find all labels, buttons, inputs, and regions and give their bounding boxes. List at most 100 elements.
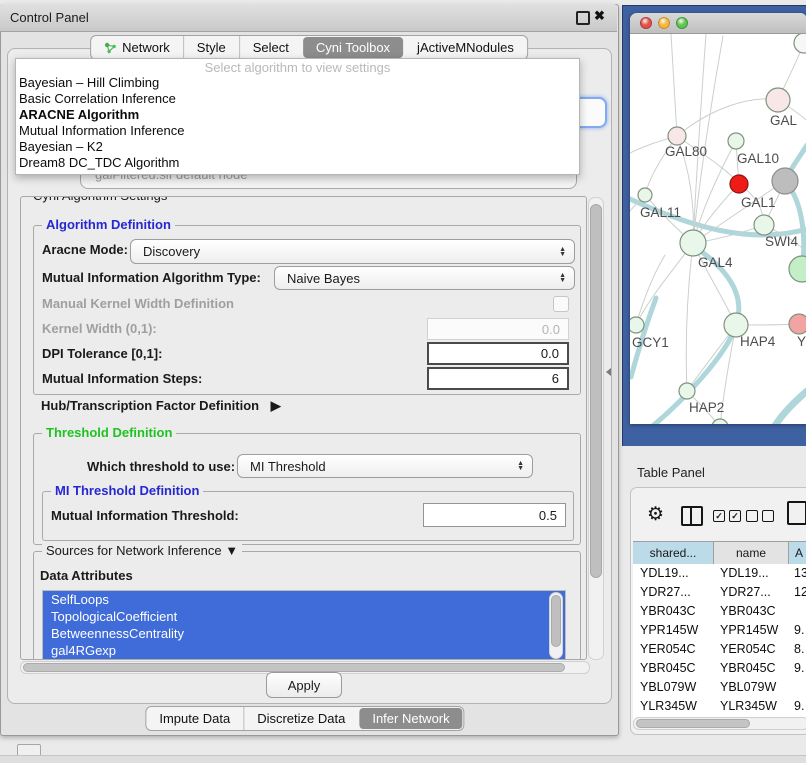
table-row[interactable]: YBR043CYBR043C (633, 602, 806, 621)
network-node-gal[interactable] (766, 88, 790, 112)
scrollbar-thumb[interactable] (551, 595, 561, 647)
split-view-icon[interactable] (681, 506, 703, 526)
which-threshold-combo[interactable]: MI Threshold ▲▼ (237, 454, 533, 478)
table-row[interactable]: YBR045CYBR045C9. (633, 659, 806, 678)
attribute-item-topologicalcoefficient[interactable]: TopologicalCoefficient (43, 608, 565, 625)
tab-label: Network (122, 40, 170, 55)
network-edge[interactable] (773, 391, 806, 424)
float-panel-icon[interactable] (576, 11, 590, 25)
data-attributes-list[interactable]: SelfLoopsTopologicalCoefficientBetweenne… (42, 590, 566, 660)
tab-cyni-toolbox[interactable]: Cyni Toolbox (303, 37, 403, 58)
network-edge[interactable] (686, 243, 693, 391)
network-node-gal80[interactable] (668, 127, 686, 145)
tab-style[interactable]: Style (183, 36, 239, 59)
tab-jactivemnodules[interactable]: jActiveMNodules (404, 36, 527, 59)
network-node-gcy1[interactable] (630, 317, 644, 333)
column-header-a[interactable]: A (789, 542, 806, 564)
dpi-tolerance-value: 0.0 (541, 346, 559, 361)
network-window-titlebar[interactable] (630, 13, 806, 34)
attribute-item-betweennesscentrality[interactable]: BetweennessCentrality (43, 625, 565, 642)
kernel-width-field[interactable]: 0.0 (427, 318, 569, 340)
mi-steps-field[interactable]: 6 (427, 367, 569, 390)
algorithm-option-basic-correlation-inference[interactable]: Basic Correlation Inference (16, 91, 579, 107)
network-node-gal10[interactable] (728, 133, 744, 149)
manual-kernel-label: Manual Kernel Width Definition (42, 296, 234, 311)
which-threshold-label: Which threshold to use: (87, 459, 235, 474)
zoom-button[interactable] (676, 17, 688, 29)
attribute-item-selfloops[interactable]: SelfLoops (43, 591, 565, 608)
manual-kernel-checkbox[interactable] (553, 296, 569, 312)
column-header-shared[interactable]: shared... (633, 542, 714, 564)
network-edge[interactable] (671, 34, 677, 136)
checked-columns-icon[interactable]: ✓✓ (713, 510, 741, 522)
tab-select[interactable]: Select (239, 36, 302, 59)
network-node[interactable] (772, 168, 798, 194)
network-node-gal4[interactable] (680, 230, 706, 256)
table-row[interactable]: YLR345WYLR345W9. (633, 697, 806, 716)
panel-splitter-icon[interactable] (606, 368, 611, 376)
close-panel-icon[interactable]: ✖ (594, 8, 605, 24)
aracne-mode-combo[interactable]: Discovery ▲▼ (130, 239, 575, 264)
column-header-name[interactable]: name (714, 542, 789, 564)
mi-steps-label: Mutual Information Steps: (42, 371, 202, 386)
network-node-hap2[interactable] (679, 383, 695, 399)
scrollbar-thumb[interactable] (636, 719, 750, 728)
sources-group-title[interactable]: Sources for Network Inference ▼ (42, 543, 242, 558)
network-node-gal11[interactable] (638, 188, 652, 202)
algorithm-dropdown[interactable]: Select algorithm to view settings Bayesi… (15, 58, 580, 175)
tab-impute-data[interactable]: Impute Data (146, 707, 243, 730)
mi-type-combo[interactable]: Naive Bayes ▲▼ (274, 266, 575, 290)
network-edge[interactable] (693, 34, 706, 243)
control-panel-titlebar (0, 4, 617, 32)
attribute-item-gal4rgexp[interactable]: gal4RGexp (43, 642, 565, 659)
algorithm-option-bayesian-hill-climbing[interactable]: Bayesian – Hill Climbing (16, 75, 579, 91)
network-node[interactable] (794, 34, 806, 53)
algorithm-option-mutual-information-inference[interactable]: Mutual Information Inference (16, 123, 579, 139)
node-label-gal10: GAL10 (737, 151, 779, 166)
table-row[interactable]: YPR145WYPR145W9. (633, 621, 806, 640)
control-panel-title: Control Panel (10, 10, 89, 25)
dpi-tolerance-field[interactable]: 0.0 (427, 342, 569, 365)
mi-threshold-field[interactable]: 0.5 (423, 503, 566, 527)
algorithm-definition-title: Algorithm Definition (42, 217, 175, 232)
minimize-button[interactable] (658, 17, 670, 29)
table-row[interactable]: YDR27...YDR27...12 (633, 583, 806, 602)
algorithm-option-bayesian-k2[interactable]: Bayesian – K2 (16, 139, 579, 155)
apply-button[interactable]: Apply (266, 672, 342, 698)
scrollbar-thumb[interactable] (23, 663, 565, 672)
network-node-gal1[interactable] (730, 175, 748, 193)
tab-infer-network[interactable]: Infer Network (359, 708, 462, 729)
attributes-scrollbar[interactable] (549, 592, 563, 659)
data-attributes-label: Data Attributes (40, 568, 133, 583)
tab-network[interactable]: Network (91, 36, 183, 59)
network-edge[interactable] (693, 36, 723, 243)
hub-section-label: Hub/Transcription Factor Definition (41, 398, 259, 413)
node-label-gal80: GAL80 (665, 144, 707, 159)
node-label-gal: GAL (770, 113, 798, 128)
network-node-swi4[interactable] (754, 215, 774, 235)
gear-icon[interactable]: ⚙ (647, 503, 664, 526)
network-node-y[interactable] (789, 314, 806, 334)
cell: YBR045C (633, 659, 714, 678)
network-canvas[interactable]: GALGAL80GAL10GAL1GAL11SWI4GAL4GCY1HAP4YH… (630, 34, 806, 424)
close-button[interactable] (640, 17, 652, 29)
node-label-swi4: SWI4 (765, 234, 798, 249)
file-icon[interactable] (787, 501, 806, 525)
node-label-gcy1: GCY1 (632, 335, 669, 350)
network-node[interactable] (789, 256, 806, 282)
settings-vertical-scrollbar[interactable] (588, 197, 604, 660)
cyni-mode-tabbar: Impute DataDiscretize DataInfer Network (145, 706, 464, 731)
hub-section-toggle[interactable]: Hub/Transcription Factor Definition ▶ (41, 398, 281, 414)
unchecked-columns-icon[interactable] (746, 510, 774, 522)
network-edge[interactable] (677, 99, 778, 136)
algorithm-option-aracne-algorithm[interactable]: ARACNE Algorithm (16, 107, 579, 123)
table-horizontal-scrollbar[interactable] (633, 717, 806, 730)
scrollbar-thumb[interactable] (590, 204, 602, 578)
table-row[interactable]: YDL19...YDL19...13 (633, 564, 806, 583)
tab-discretize-data[interactable]: Discretize Data (243, 707, 358, 730)
table-row[interactable]: YBL079WYBL079W (633, 678, 806, 697)
table-row[interactable]: YER054CYER054C8. (633, 640, 806, 659)
algorithm-option-dream8-dc-tdc-algorithm[interactable]: Dream8 DC_TDC Algorithm (16, 155, 579, 171)
node-label-gal11: GAL11 (640, 205, 681, 220)
cell (789, 602, 806, 621)
